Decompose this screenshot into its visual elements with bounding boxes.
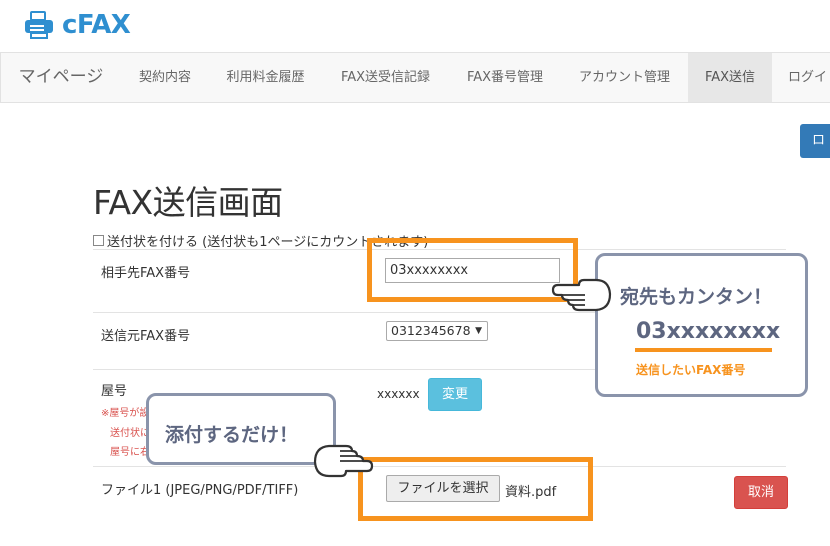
yago-value: xxxxxx — [377, 387, 420, 401]
dest-callout-underline — [635, 348, 772, 352]
logo-text: cFAX — [62, 10, 131, 40]
fax-machine-icon — [25, 11, 53, 39]
dest-callout-title: 宛先もカンタン！ — [620, 286, 773, 308]
nav-logout[interactable]: ログイ — [772, 53, 830, 102]
dest-label: 相手先FAX番号 — [101, 266, 191, 281]
sender-fax-value: 0312345678 — [391, 323, 471, 338]
file-highlight-box — [358, 457, 593, 521]
dest-callout-caption: 送信したいFAX番号 — [636, 363, 746, 377]
nav-contract[interactable]: 契約内容 — [121, 53, 209, 102]
pointing-hand-icon — [551, 278, 612, 312]
dest-callout-number: 03xxxxxxxx — [636, 319, 781, 344]
change-yago-button[interactable]: 変更 — [428, 378, 482, 411]
yago-note-2: 送付状に — [110, 428, 150, 439]
sender-label: 送信元FAX番号 — [101, 329, 191, 344]
nav-fax-number[interactable]: FAX番号管理 — [449, 53, 561, 102]
page-title: FAX送信画面 — [93, 183, 283, 222]
nav-fax-log[interactable]: FAX送受信記録 — [322, 53, 449, 102]
yago-note-3: 屋号に右 — [110, 447, 150, 458]
attach-callout-title: 添付するだけ！ — [165, 424, 299, 446]
yago-note-1: ※屋号が設 — [101, 408, 150, 419]
nav-account[interactable]: アカウント管理 — [561, 53, 688, 102]
nav-fax-send[interactable]: FAX送信 — [688, 53, 772, 102]
logout-button[interactable]: ロ — [800, 124, 830, 158]
dest-highlight-box — [367, 238, 578, 302]
cfax-logo[interactable]: cFAX — [22, 10, 131, 40]
main-navbar: マイページ 契約内容 利用料金履歴 FAX送受信記録 FAX番号管理 アカウント… — [0, 52, 830, 103]
attach-callout: 添付するだけ！ — [146, 393, 336, 465]
dest-callout: 宛先もカンタン！ 03xxxxxxxx 送信したいFAX番号 — [595, 253, 808, 397]
nav-billing-history[interactable]: 利用料金履歴 — [209, 53, 322, 102]
file-label: ファイル1 (JPEG/PNG/PDF/TIFF) — [101, 483, 299, 498]
cancel-file-button[interactable]: 取消 — [734, 476, 788, 509]
yago-label: 屋号 — [101, 384, 128, 399]
sender-fax-select[interactable]: 0312345678 ▼ — [386, 321, 488, 341]
pointing-hand-icon — [313, 444, 374, 478]
dropdown-arrow-icon: ▼ — [475, 326, 482, 336]
cover-sheet-checkbox[interactable] — [93, 235, 104, 246]
nav-mypage[interactable]: マイページ — [1, 53, 121, 102]
